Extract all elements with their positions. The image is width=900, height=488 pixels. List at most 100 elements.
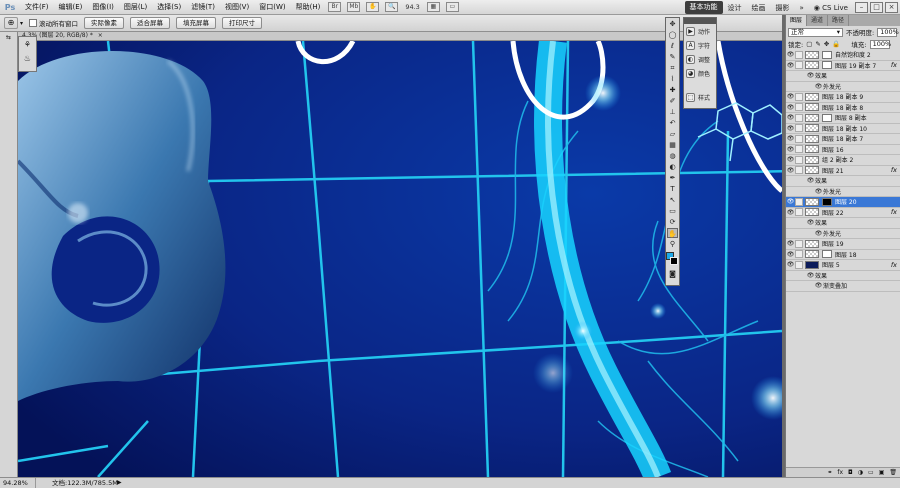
add-mask-icon[interactable]: ◘ [848,468,853,477]
clone-stamp-icon[interactable]: ⊥ [667,107,678,117]
layer-effect-item[interactable]: 👁 外发光 [786,82,900,92]
layer-link-box[interactable] [795,61,803,70]
dodge-tool-icon[interactable]: ◐ [667,162,678,172]
workspace-item[interactable]: 基本功能 [684,1,723,14]
zoom-level-readout[interactable]: 94.3 [401,3,423,11]
layer-row[interactable]: 👁 图层 18 副本 7 [786,134,900,145]
layer-mask-thumbnail[interactable] [822,113,832,122]
new-layer-icon[interactable]: ▣ [879,468,885,477]
background-color-swatch[interactable] [670,257,678,265]
print-size-button[interactable]: 打印尺寸 [222,17,263,29]
tab-channels[interactable]: 通道 [807,15,829,26]
layer-fx-badge[interactable]: fx [891,166,897,174]
eraser-tool-icon[interactable]: ▱ [667,129,678,139]
layer-row[interactable]: 👁 图层 21 fx [786,166,900,176]
menu-item[interactable]: 编辑(E) [54,2,88,12]
layer-row[interactable]: 👁 组 2 副本 2 [786,155,900,166]
hand-view-icon[interactable]: ✋ [366,2,380,12]
layer-effect-item[interactable]: 👁 渐变叠加 [786,281,900,292]
layer-thumbnail[interactable] [805,145,819,154]
eye-icon[interactable]: 👁 [786,156,795,163]
fill-field[interactable]: 100% [869,39,891,49]
layer-link-box[interactable] [795,92,803,101]
status-zoom[interactable]: 94.28% [0,478,36,488]
layer-thumbnail[interactable] [805,92,819,101]
eye-icon[interactable]: 👁 [786,93,795,100]
layer-mask-thumbnail[interactable] [822,197,832,206]
layer-link-box[interactable] [795,103,803,112]
eye-icon[interactable]: 👁 [786,135,795,142]
eye-icon[interactable]: 👁 [786,209,795,216]
layer-row[interactable]: 👁 图层 8 副本 [786,113,900,124]
layer-row[interactable]: 👁 自然饱和度 2 [786,50,900,61]
eye-icon[interactable]: 👁 [806,177,815,184]
status-menu-arrow-icon[interactable]: ▶ [117,478,122,488]
eyedropper-icon[interactable]: ⌇ [667,74,678,84]
eye-icon[interactable]: 👁 [806,72,815,79]
eye-icon[interactable]: 👁 [786,251,795,258]
zoom-tool-icon[interactable]: ⚲ [667,239,678,249]
layer-row[interactable]: 👁 图层 19 [786,239,900,250]
layer-effects-header[interactable]: 👁 效果 [786,271,900,281]
new-group-icon[interactable]: ▭ [868,468,874,477]
menu-item[interactable]: 视图(V) [220,2,254,12]
layer-row[interactable]: 👁 图层 18 副本 8 [786,103,900,113]
tab-layers[interactable]: 图层 [786,15,808,26]
eye-icon[interactable]: 👁 [786,146,795,153]
styles-panel-button[interactable]: ⬚ 样式 [684,90,716,104]
close-tab-icon[interactable]: × [98,32,103,39]
fill-screen-button[interactable]: 填充屏幕 [176,17,217,29]
layer-link-box[interactable] [795,145,803,154]
clone-source-icon[interactable]: ⚘ [19,40,36,49]
color-panel-button[interactable]: ◕ 颜色 [684,66,716,80]
layer-mask-thumbnail[interactable] [822,61,832,70]
layer-thumbnail[interactable] [805,260,819,269]
eye-icon[interactable]: 👁 [786,62,795,69]
layer-link-box[interactable] [795,239,803,248]
layer-fx-badge[interactable]: fx [891,61,897,69]
adjustments-panel-button[interactable]: ◐ 调整 [684,52,716,66]
eye-icon[interactable]: 👁 [814,230,823,237]
layer-thumbnail[interactable] [805,239,819,248]
layer-fx-badge[interactable]: fx [891,208,897,216]
layer-mask-thumbnail[interactable] [822,50,832,59]
workspace-item[interactable]: 设计 [723,3,747,13]
character-panel-button[interactable]: A 字符 [684,38,716,52]
lock-pixels-icon[interactable]: ✎ [815,40,820,48]
maximize-button[interactable]: □ [870,2,883,13]
type-tool-icon[interactable]: T [667,184,678,194]
layer-style-icon[interactable]: fx [837,468,843,477]
layer-effect-item[interactable]: 👁 外发光 [786,229,900,239]
brush-tool-icon[interactable]: ✐ [667,96,678,106]
layer-thumbnail[interactable] [805,166,819,175]
tab-paths[interactable]: 路径 [828,15,850,26]
layer-link-box[interactable] [795,208,803,217]
more-workspaces-icon[interactable]: » [795,4,809,12]
gradient-tool-icon[interactable]: ▦ [667,140,678,150]
layer-mask-thumbnail[interactable] [822,250,832,259]
lasso-tool-icon[interactable]: ℓ [667,41,678,51]
actions-panel-button[interactable]: ▶ 动作 [684,24,716,38]
layer-row[interactable]: 👁 图层 18 [786,250,900,260]
layer-thumbnail[interactable] [805,155,819,164]
layer-thumbnail[interactable] [805,113,819,122]
fit-screen-button[interactable]: 适合屏幕 [130,17,171,29]
zoom-view-icon[interactable]: 🔍 [385,2,399,12]
layer-link-box[interactable] [795,197,803,206]
eye-icon[interactable]: 👁 [806,219,815,226]
eye-icon[interactable]: 👁 [786,198,795,205]
eye-icon[interactable]: 👁 [814,188,823,195]
pen-tool-icon[interactable]: ✒ [667,173,678,183]
layer-row[interactable]: 👁 图层 19 副本 7 fx [786,61,900,71]
screen-mode-icon[interactable]: ▭ [445,2,459,12]
preset-dropdown-arrow-icon[interactable]: ▾ [20,20,23,27]
workspace-item[interactable]: 摄影 [771,3,795,13]
layer-link-box[interactable] [795,50,803,59]
adjustment-layer-icon[interactable]: ◑ [858,468,863,477]
eye-icon[interactable]: 👁 [786,167,795,174]
crop-tool-icon[interactable]: ⌗ [667,63,678,73]
layer-link-box[interactable] [795,166,803,175]
layer-thumbnail[interactable] [805,197,819,206]
layer-row[interactable]: 👁 图层 18 副本 9 [786,92,900,103]
workspace-item[interactable]: 绘画 [747,3,771,13]
